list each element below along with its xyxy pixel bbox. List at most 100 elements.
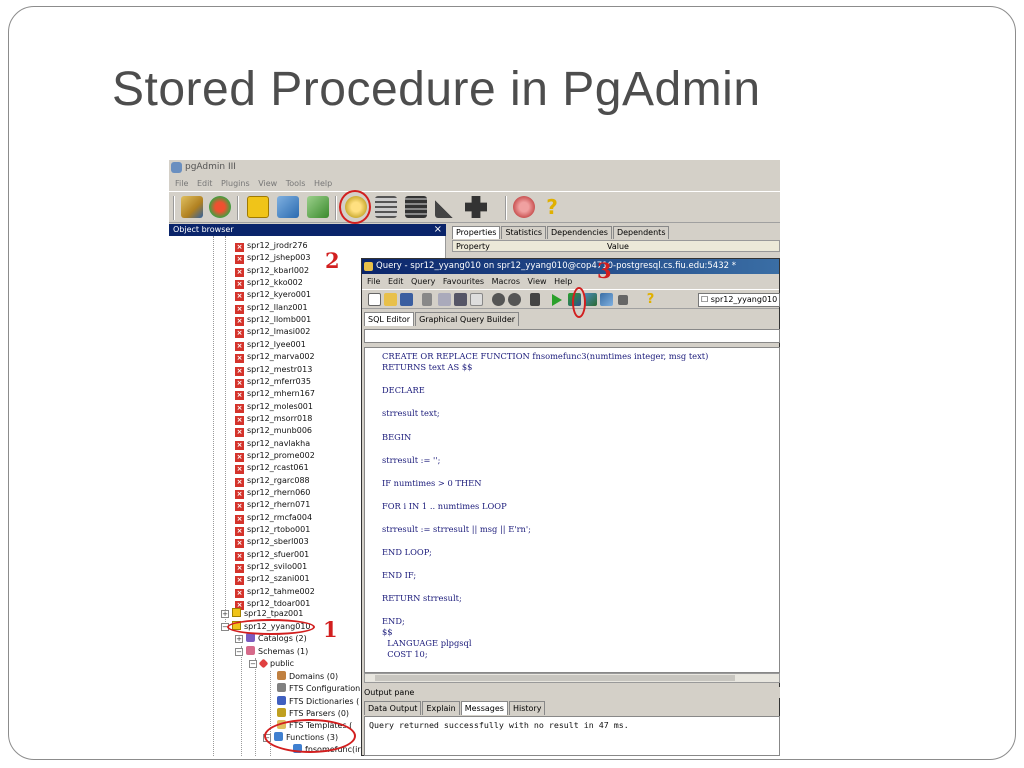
expand-icon[interactable]: +: [235, 635, 243, 643]
plugins-icon[interactable]: [465, 196, 487, 218]
menu-help[interactable]: Help: [314, 177, 332, 191]
tree-node-server[interactable]: × spr12_moles001: [235, 401, 313, 413]
disconnected-server-icon: ×: [235, 267, 244, 277]
tree-node-server[interactable]: × spr12_tahme002: [235, 586, 315, 598]
undo-icon[interactable]: [492, 293, 505, 306]
tree-node-server[interactable]: × spr12_llanz001: [235, 302, 308, 314]
tree-node-server[interactable]: × spr12_rtobo001: [235, 524, 310, 537]
tree-node-server[interactable]: × spr12_rmcfa004: [235, 512, 312, 524]
refresh-icon[interactable]: [209, 196, 231, 218]
paste-icon[interactable]: [454, 293, 467, 306]
query-menu-view[interactable]: View: [528, 275, 547, 288]
help-icon[interactable]: ?: [644, 293, 657, 306]
tab-properties[interactable]: Properties: [452, 226, 501, 239]
find-icon[interactable]: [530, 293, 540, 306]
tree-node-server[interactable]: × spr12_kyero001: [235, 289, 311, 302]
query-menu-help[interactable]: Help: [554, 275, 572, 288]
tree-node-server[interactable]: × spr12_jrodr276: [235, 240, 308, 252]
tree-node-server[interactable]: × spr12_mestr013: [235, 364, 312, 376]
cancel-query-icon[interactable]: [618, 295, 628, 305]
tree-node-server[interactable]: × spr12_msorr018: [235, 413, 312, 425]
maintenance-icon[interactable]: [435, 196, 457, 218]
sql-editor[interactable]: CREATE OR REPLACE FUNCTION fnsomefunc3(n…: [364, 347, 780, 673]
tree-node-server[interactable]: × spr12_prome002: [235, 450, 315, 462]
query-window-titlebar[interactable]: Query - spr12_yyang010 on spr12_yyang010…: [362, 259, 779, 274]
filtered-data-icon[interactable]: [405, 196, 427, 218]
tree-node-server[interactable]: × spr12_szani001: [235, 573, 310, 586]
tab-messages[interactable]: Messages: [460, 701, 508, 715]
previous-queries-dropdown[interactable]: [364, 329, 780, 343]
tree-node-server[interactable]: × spr12_sberl003: [235, 536, 309, 549]
tree-node-schemas[interactable]: − Schemas (1): [235, 646, 308, 658]
properties-icon[interactable]: [247, 196, 269, 218]
tree-label: spr12_rhern060: [247, 488, 311, 497]
close-icon[interactable]: ×: [434, 224, 442, 236]
connect-icon[interactable]: [181, 196, 203, 218]
tree-node-server[interactable]: × spr12_rhern060: [235, 487, 310, 499]
open-file-icon[interactable]: [384, 293, 397, 306]
tree-node-fts-dictionaries[interactable]: FTS Dictionaries (: [277, 696, 359, 708]
tree-node-server[interactable]: × spr12_marva002: [235, 351, 315, 364]
menu-plugins[interactable]: Plugins: [221, 177, 250, 191]
tree-node-server[interactable]: × spr12_kko002: [235, 277, 303, 290]
execute-query-icon[interactable]: [552, 294, 562, 306]
query-menu-query[interactable]: Query: [411, 275, 435, 288]
column-header-property[interactable]: Property: [456, 242, 490, 252]
tree-node-server[interactable]: × spr12_mferr035: [235, 376, 311, 388]
tree-node-server[interactable]: × spr12_svilo001: [235, 561, 307, 574]
scrollbar-thumb[interactable]: [375, 675, 735, 681]
clear-icon[interactable]: [470, 293, 483, 306]
tree-node-server[interactable]: × spr12_sfuer001: [235, 549, 309, 561]
query-menu-macros[interactable]: Macros: [492, 275, 520, 288]
tab-statistics[interactable]: Statistics: [501, 226, 547, 239]
view-data-icon[interactable]: [375, 196, 397, 218]
tree-node-server[interactable]: × spr12_rcast061: [235, 462, 309, 475]
tree-node-fts-configurations[interactable]: FTS Configuration: [277, 683, 360, 695]
copy-icon[interactable]: [438, 293, 451, 306]
tab-sql-editor[interactable]: SQL Editor: [364, 312, 415, 326]
tree-node-server[interactable]: × spr12_rgarc088: [235, 475, 310, 487]
tree-node-server[interactable]: × spr12_kbarl002: [235, 265, 309, 277]
disconnected-server-icon: ×: [235, 477, 244, 487]
tab-dependents[interactable]: Dependents: [612, 226, 670, 239]
tree-node-server[interactable]: × spr12_lyee001: [235, 339, 306, 351]
menu-edit[interactable]: Edit: [197, 177, 213, 191]
tab-data-output[interactable]: Data Output: [364, 701, 422, 715]
query-menu-favourites[interactable]: Favourites: [443, 275, 484, 288]
column-header-value[interactable]: Value: [607, 242, 629, 252]
menu-view[interactable]: View: [258, 177, 277, 191]
new-file-icon[interactable]: [368, 293, 381, 306]
collapse-icon[interactable]: −: [249, 660, 257, 668]
output-message: Query returned successfully with no resu…: [369, 720, 629, 730]
help-icon[interactable]: ?: [541, 196, 563, 218]
tree-node-server[interactable]: × spr12_lmasi002: [235, 326, 310, 339]
cut-icon[interactable]: [422, 293, 432, 306]
menu-tools[interactable]: Tools: [286, 177, 306, 191]
create-object-icon[interactable]: [277, 196, 299, 218]
menu-file[interactable]: File: [175, 177, 188, 191]
drop-object-icon[interactable]: [307, 196, 329, 218]
tree-node-server[interactable]: × spr12_mhern167: [235, 388, 315, 401]
redo-icon[interactable]: [508, 293, 521, 306]
tab-graphical-query-builder[interactable]: Graphical Query Builder: [415, 312, 520, 326]
guru-hint-icon[interactable]: [513, 196, 535, 218]
tree-node-server[interactable]: × spr12_jshep003: [235, 252, 310, 265]
query-menu-edit[interactable]: Edit: [388, 275, 404, 288]
query-menu-file[interactable]: File: [367, 275, 380, 288]
tree-node-server[interactable]: × spr12_navlakha: [235, 438, 310, 450]
tree-node-server[interactable]: × spr12_munb006: [235, 425, 312, 438]
tree-node-server[interactable]: × spr12_llomb001: [235, 314, 311, 327]
tab-dependencies[interactable]: Dependencies: [547, 226, 612, 239]
explain-query-icon[interactable]: [600, 293, 613, 306]
database-select[interactable]: ☐ spr12_yyang010 c: [698, 293, 780, 307]
collapse-icon[interactable]: −: [235, 648, 243, 656]
tree-node-domains[interactable]: Domains (0): [277, 671, 338, 683]
save-icon[interactable]: [400, 293, 413, 306]
tree-node-server[interactable]: × spr12_rhern071: [235, 499, 310, 512]
editor-horizontal-scrollbar[interactable]: [364, 673, 780, 683]
main-menubar: File Edit Plugins View Tools Help: [169, 177, 780, 191]
tab-history[interactable]: History: [508, 701, 546, 715]
tree-node-public[interactable]: − public: [249, 658, 294, 670]
expand-icon[interactable]: +: [221, 610, 229, 618]
tab-explain[interactable]: Explain: [422, 701, 460, 715]
